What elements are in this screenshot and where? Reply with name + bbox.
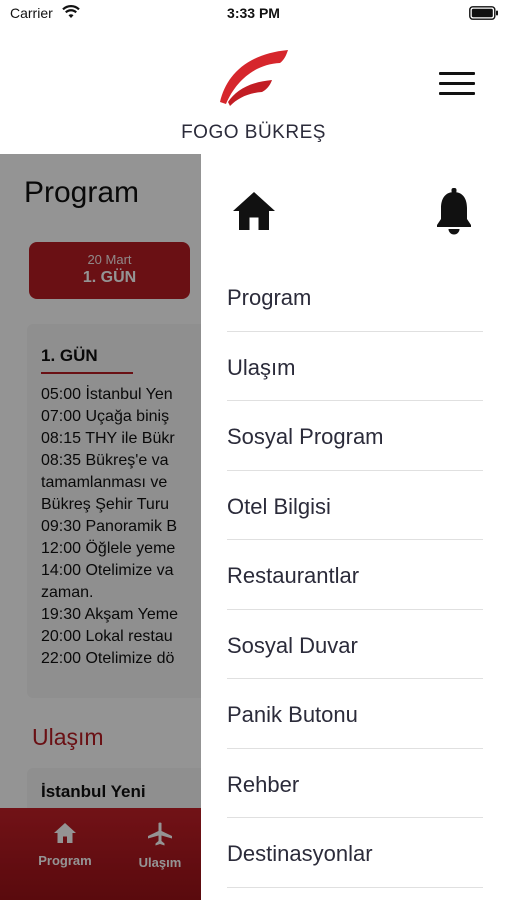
side-menu-list: Program Ulaşım Sosyal Program Otel Bilgi… [227, 262, 483, 888]
menu-item-rehber[interactable]: Rehber [227, 749, 483, 818]
menu-bar-icon [439, 82, 475, 85]
status-bar: Carrier 3:33 PM [0, 0, 507, 28]
menu-item-sosyal-program[interactable]: Sosyal Program [227, 401, 483, 471]
menu-item-program[interactable]: Program [227, 262, 483, 332]
battery-icon [469, 6, 499, 25]
menu-item-sosyal-duvar[interactable]: Sosyal Duvar [227, 610, 483, 679]
menu-item-otel-bilgisi[interactable]: Otel Bilgisi [227, 471, 483, 540]
menu-item-ulasim[interactable]: Ulaşım [227, 332, 483, 401]
home-icon [233, 192, 275, 230]
menu-button[interactable] [437, 70, 477, 98]
drawer-home-button[interactable] [231, 190, 277, 234]
bell-icon [437, 188, 471, 235]
status-time: 3:33 PM [227, 5, 280, 21]
fogo-logo-icon [214, 46, 294, 113]
menu-item-restaurantlar[interactable]: Restaurantlar [227, 540, 483, 610]
menu-bar-icon [439, 72, 475, 75]
menu-bar-icon [439, 92, 475, 95]
brand-name: FOGO BÜKREŞ [181, 122, 326, 143]
dim-overlay[interactable] [0, 154, 201, 900]
drawer-notifications-button[interactable] [434, 188, 474, 236]
menu-item-panik-butonu[interactable]: Panik Butonu [227, 679, 483, 749]
side-menu-drawer: Program Ulaşım Sosyal Program Otel Bilgi… [201, 154, 507, 900]
menu-item-destinasyonlar[interactable]: Destinasyonlar [227, 818, 483, 888]
app-header: FOGO BÜKREŞ [0, 28, 507, 154]
